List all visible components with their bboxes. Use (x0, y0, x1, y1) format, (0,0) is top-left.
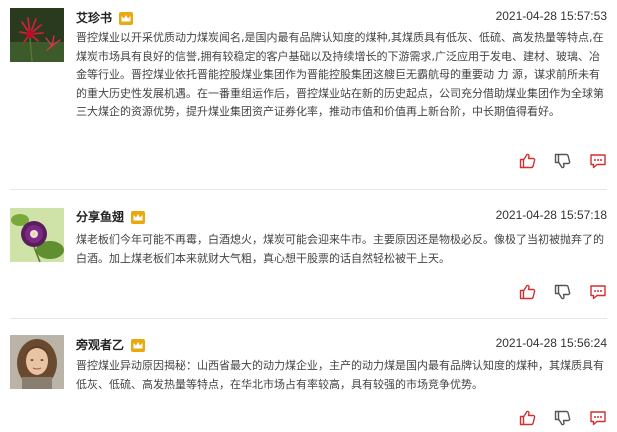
divider (10, 189, 607, 190)
thumbs-up-icon[interactable] (519, 409, 537, 427)
thumbs-down-icon[interactable] (554, 283, 572, 301)
avatar[interactable] (10, 208, 64, 262)
comment-text: 煤老板们今年可能不再霉，白酒熄火，煤炭可能会迎来牛市。主要原因还是物极必反。像极… (76, 233, 604, 265)
username[interactable]: 分享鱼翅 (76, 208, 124, 225)
thumbs-down-icon[interactable] (554, 152, 572, 170)
comment-actions (519, 283, 607, 303)
username[interactable]: 艾珍书 (76, 9, 112, 26)
thumbs-down-icon[interactable] (554, 409, 572, 427)
vip-crown-icon (131, 209, 145, 224)
divider (10, 318, 607, 319)
username[interactable]: 旁观者乙 (76, 336, 124, 353)
vip-crown-icon (119, 10, 133, 25)
thumbs-up-icon[interactable] (519, 152, 537, 170)
vip-crown-icon (131, 337, 145, 352)
comment-icon[interactable] (589, 409, 607, 427)
comment-text: 晋控煤业以开采优质动力煤炭闻名,是国内最有品牌认知度的煤种,其煤质具有低灰、低硫… (76, 31, 604, 118)
comment-timestamp: 2021-04-28 15:57:53 (495, 9, 607, 23)
comment-icon[interactable] (589, 283, 607, 301)
thumbs-up-icon[interactable] (519, 283, 537, 301)
avatar[interactable] (10, 335, 64, 389)
comment-timestamp: 2021-04-28 15:56:24 (495, 336, 607, 350)
comment-icon[interactable] (589, 152, 607, 170)
comment-text: 晋控煤业异动原因揭秘：山西省最大的动力煤企业，主产的动力煤是国内最有品牌认知度的… (76, 359, 604, 391)
comment-timestamp: 2021-04-28 15:57:18 (495, 208, 607, 222)
avatar[interactable] (10, 8, 64, 62)
comment-actions (519, 152, 607, 172)
comment-actions (519, 409, 607, 429)
